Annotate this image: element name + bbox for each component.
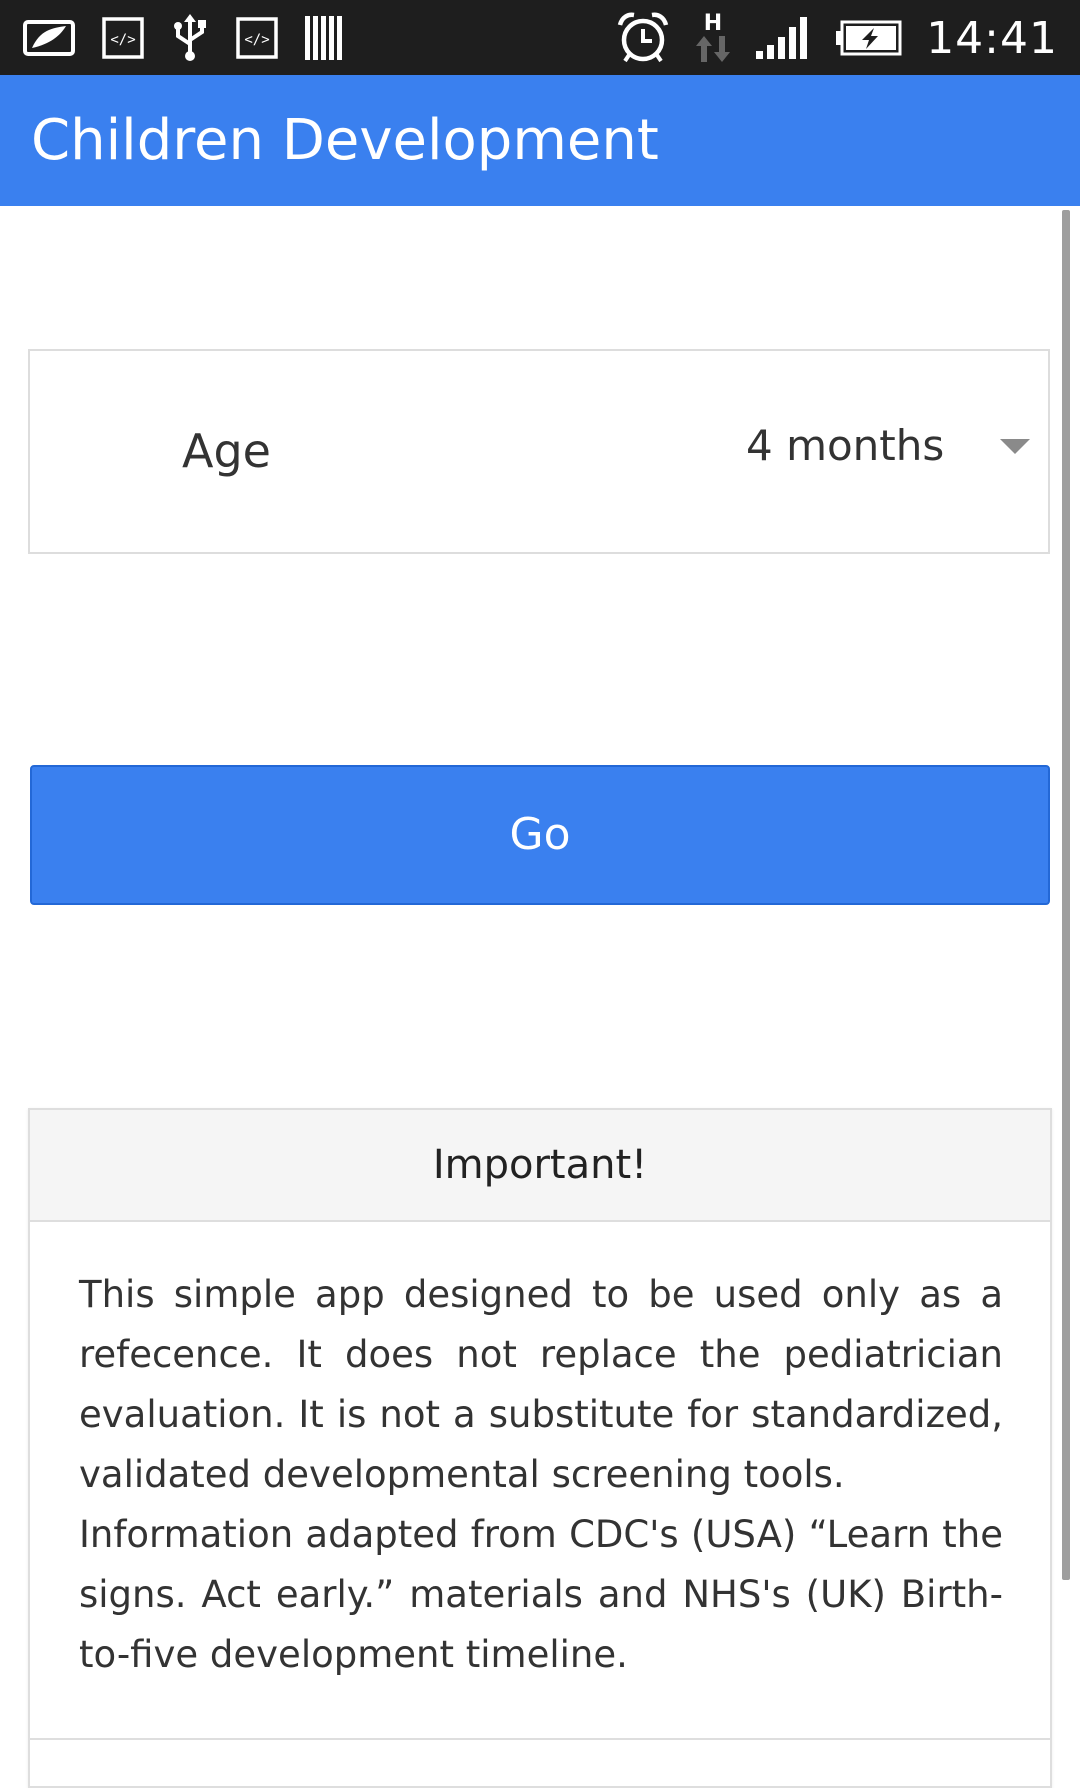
important-notice-card: Important! This simple app designed to b… xyxy=(28,1108,1052,1788)
card-footer-divider xyxy=(30,1738,1050,1740)
barcode-icon xyxy=(304,14,346,62)
status-time: 14:41 xyxy=(926,12,1058,64)
notice-card-body: This simple app designed to be used only… xyxy=(79,1265,1003,1685)
app-title: Children Development xyxy=(31,108,659,173)
photo-frame-icon xyxy=(22,18,76,58)
svg-text:</>: </> xyxy=(110,32,135,48)
alarm-clock-icon xyxy=(616,11,670,65)
network-h-data-icon: H xyxy=(692,10,734,66)
status-notifications: </> </> xyxy=(22,10,346,66)
age-dropdown[interactable]: 4 months xyxy=(690,391,1040,501)
signal-strength-icon xyxy=(756,15,814,61)
usb-icon xyxy=(170,14,210,62)
status-bar: </> </> H 14:41 xyxy=(0,0,1080,75)
age-dropdown-value: 4 months xyxy=(746,421,945,470)
battery-charging-icon xyxy=(836,19,904,57)
notice-paragraph-sources: Information adapted from CDC's (USA) “Le… xyxy=(79,1513,1003,1676)
notice-paragraph-disclaimer: This simple app designed to be used only… xyxy=(79,1273,1003,1496)
app-bar: Children Development xyxy=(0,75,1080,206)
svg-text:</>: </> xyxy=(244,32,269,48)
developer-code-icon: </> xyxy=(236,17,278,59)
status-system: H 14:41 xyxy=(616,10,1058,66)
dropdown-arrow-icon xyxy=(1000,439,1030,454)
age-label: Age xyxy=(182,424,271,478)
scrollbar-thumb[interactable] xyxy=(1062,210,1070,1580)
developer-code-icon: </> xyxy=(102,17,144,59)
network-type-label: H xyxy=(704,11,722,36)
age-selector-row: Age 4 months xyxy=(28,349,1050,554)
notice-card-header: Important! xyxy=(30,1110,1050,1222)
go-button[interactable]: Go xyxy=(30,765,1050,905)
